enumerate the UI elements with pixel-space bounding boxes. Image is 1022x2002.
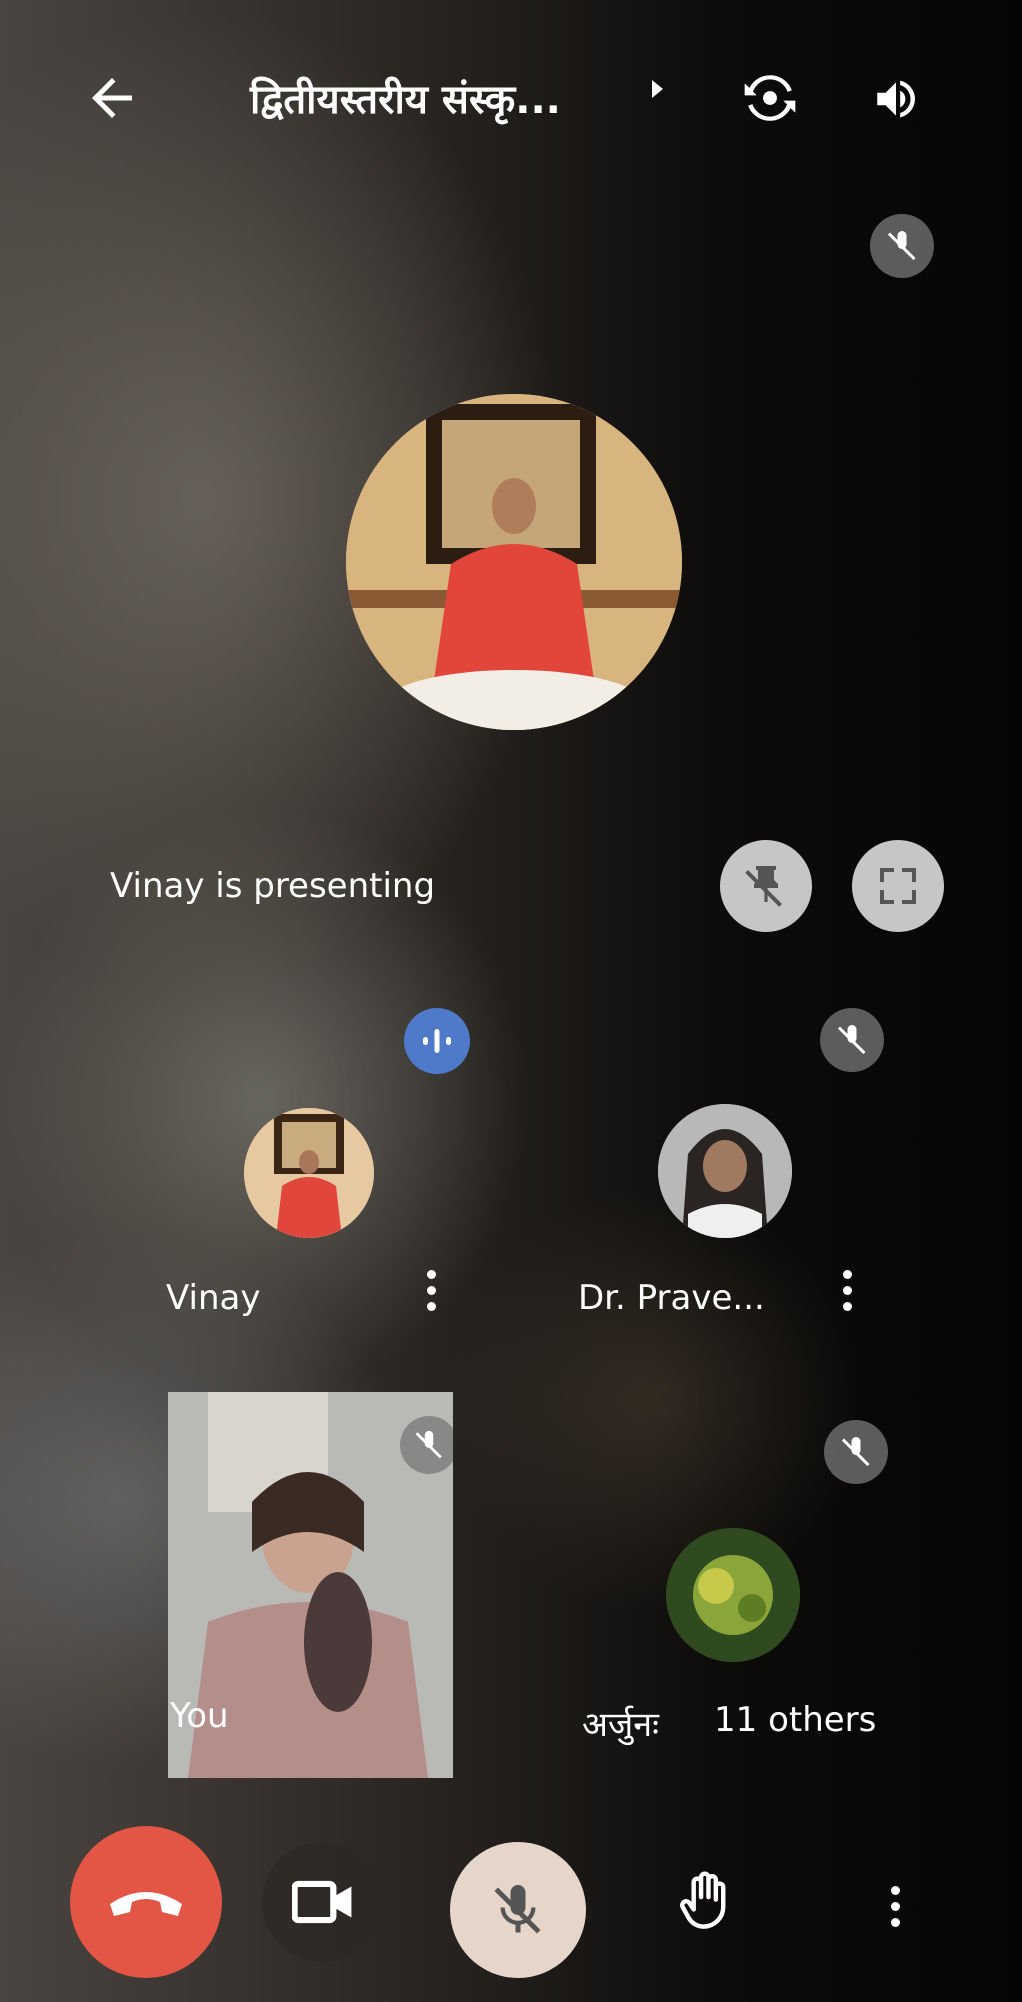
mic-off-icon	[887, 231, 916, 261]
more-vertical-icon[interactable]	[840, 1270, 854, 1318]
camera-icon	[292, 1880, 352, 1924]
fullscreen-button[interactable]	[852, 840, 944, 932]
speaker-icon[interactable]	[868, 74, 924, 124]
back-arrow-icon[interactable]	[82, 68, 142, 128]
participant-name: You	[170, 1696, 229, 1736]
raise-hand-button[interactable]	[646, 1842, 766, 1962]
fullscreen-icon	[880, 868, 916, 904]
meeting-title[interactable]: द्वितीयस्तरीय संस्कृ...	[250, 70, 561, 125]
avatar[interactable]	[666, 1528, 800, 1662]
mic-off-icon	[837, 1025, 866, 1055]
presenting-status: Vinay is presenting	[110, 866, 436, 906]
avatar[interactable]	[658, 1104, 792, 1238]
avatar[interactable]	[244, 1108, 374, 1238]
participant-muted-badge	[820, 1008, 884, 1072]
more-vertical-icon[interactable]	[424, 1270, 438, 1318]
more-options-button[interactable]	[888, 1886, 902, 1934]
end-call-button[interactable]	[70, 1826, 222, 1978]
end-call-icon	[110, 1892, 182, 1916]
microphone-button[interactable]	[450, 1842, 586, 1978]
speaking-indicator	[404, 1008, 470, 1074]
mic-off-icon	[494, 1885, 541, 1934]
others-muted-badge	[824, 1420, 888, 1484]
others-count[interactable]: 11 others	[714, 1700, 876, 1740]
participant-name: अर्जुनः	[582, 1705, 659, 1745]
self-muted-badge	[400, 1416, 453, 1474]
participant-name: Dr. Prave...	[578, 1278, 765, 1318]
unpin-button[interactable]	[720, 840, 812, 932]
title-chevron-icon[interactable]	[652, 80, 663, 98]
presenter-avatar[interactable]	[346, 394, 682, 730]
switch-camera-icon[interactable]	[738, 66, 802, 130]
camera-button[interactable]	[262, 1842, 382, 1962]
participant-name: Vinay	[166, 1278, 261, 1318]
presenter-muted-badge	[870, 214, 934, 278]
mic-off-icon	[415, 1430, 442, 1459]
mic-off-icon	[841, 1437, 870, 1467]
raise-hand-icon	[680, 1871, 726, 1929]
unpin-icon	[745, 866, 782, 907]
call-screen: द्वितीयस्तरीय संस्कृ... Vinay is present…	[0, 0, 1022, 2002]
